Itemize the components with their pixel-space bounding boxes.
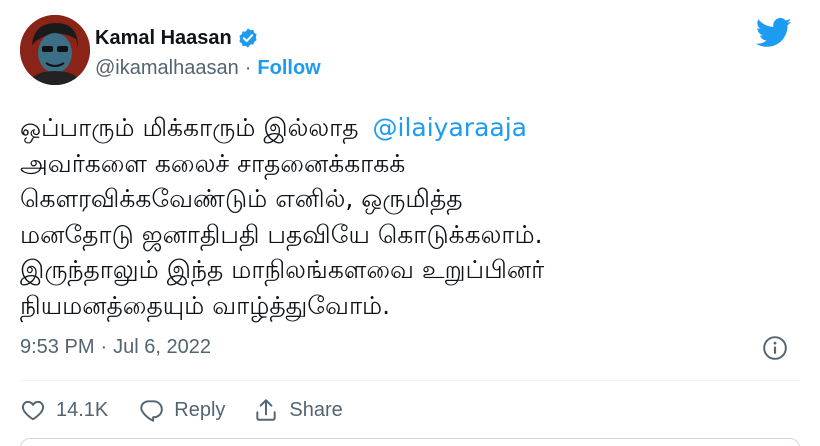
tweet-line-2: அவர்களை கலைச் சாதனைக்காகக்	[20, 148, 406, 178]
share-label: Share	[289, 398, 343, 421]
divider	[20, 380, 800, 381]
share-button[interactable]: Share	[253, 397, 343, 423]
author-handle[interactable]: @ikamalhaasan	[95, 57, 239, 80]
like-count: 14.1K	[56, 398, 109, 421]
info-icon[interactable]	[762, 335, 788, 361]
twitter-bird-icon[interactable]	[755, 18, 792, 48]
tweet-line-1: ஒப்பாரும் மிக்காரும் இல்லாத @ilaiyaraaja	[20, 110, 790, 146]
like-button[interactable]: 14.1K	[20, 397, 108, 423]
share-icon	[256, 399, 277, 421]
tweet-text: ஒப்பாரும் மிக்காரும் இல்லாத @ilaiyaraaja …	[20, 110, 790, 323]
tweet-date: Jul 6, 2022	[113, 336, 212, 358]
heart-icon	[21, 400, 45, 421]
tweet-time: 9:53 PM	[20, 336, 95, 358]
tweet-actions: 14.1K Reply Share	[20, 394, 343, 426]
author-handle-row: @ikamalhaasan · Follow	[95, 55, 321, 81]
tweet-timestamp[interactable]: 9:53 PM · Jul 6, 2022	[20, 336, 211, 359]
tweet-line-3: கௌரவிக்கவேண்டும் எனில், ஒருமித்த	[20, 184, 463, 213]
follow-button[interactable]: Follow	[257, 57, 320, 80]
mention-link[interactable]: @ilaiyaraaja	[373, 113, 527, 142]
handle-separator: ·	[244, 56, 252, 79]
tweet-line-4: மனதோடு ஜனாதிபதி பதவியே கொடுக்கலாம்.	[20, 219, 543, 249]
reply-label: Reply	[174, 398, 226, 421]
reply-icon	[140, 400, 164, 422]
avatar[interactable]	[20, 15, 90, 85]
tweet-line-6: நியமனத்தையும் வாழ்த்துவோம்.	[20, 290, 391, 320]
verified-badge-icon	[237, 27, 259, 49]
author-name-row: Kamal Haasan	[95, 25, 259, 51]
read-replies-button[interactable]	[20, 438, 800, 446]
author-display-name[interactable]: Kamal Haasan	[95, 27, 232, 50]
tweet-card: Kamal Haasan @ikamalhaasan · Follow ஒப்ப…	[0, 0, 820, 446]
timestamp-separator: ·	[100, 336, 108, 358]
reply-button[interactable]: Reply	[138, 397, 225, 423]
tweet-line-5: இருந்தாலும் இந்த மாநிலங்களவை உறுப்பினர்	[20, 255, 545, 284]
tweet-text-part: ஒப்பாரும் மிக்காரும் இல்லாத	[20, 113, 359, 142]
